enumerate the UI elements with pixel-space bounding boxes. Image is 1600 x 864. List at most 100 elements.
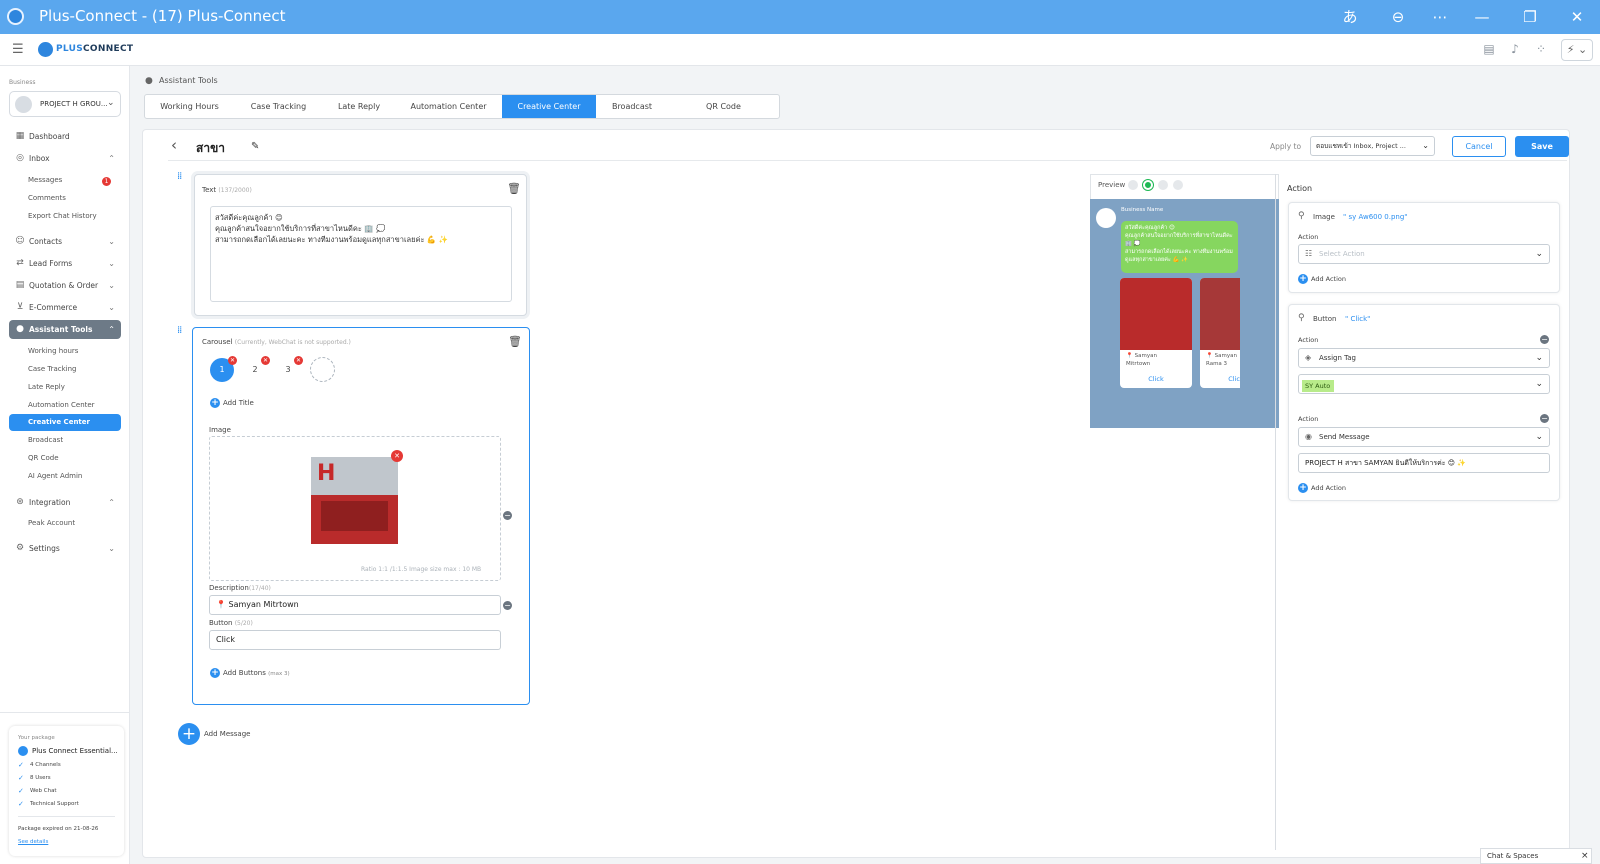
nav-late-reply[interactable]: Late Reply: [28, 383, 65, 391]
button-label: Button (5/20): [209, 619, 253, 627]
remove-card-icon[interactable]: ✕: [261, 356, 270, 365]
cancel-button[interactable]: Cancel: [1452, 136, 1506, 157]
nav-ai-agent-admin[interactable]: AI Agent Admin: [28, 472, 82, 480]
zoom-icon[interactable]: ⊖: [1386, 6, 1410, 28]
add-buttons-button[interactable]: Add Buttons (max 3): [223, 669, 290, 677]
nav-automation-center[interactable]: Automation Center: [28, 401, 95, 409]
send-message-input[interactable]: PROJECT H สาขา SAMYAN ยินดีให้บริการค่ะ …: [1298, 453, 1550, 473]
plus-icon[interactable]: +: [1298, 274, 1308, 284]
nav-settings[interactable]: ⚙ Settings ⌄: [9, 539, 121, 558]
nav-broadcast[interactable]: Broadcast: [28, 436, 63, 444]
nav-assistant-tools[interactable]: ● Assistant Tools ⌃: [9, 320, 121, 339]
save-button[interactable]: Save: [1515, 136, 1569, 157]
nav-creative-center[interactable]: Creative Center: [9, 414, 121, 431]
add-message-plus-icon[interactable]: +: [178, 723, 200, 745]
close-window-button[interactable]: ✕: [1565, 6, 1589, 28]
app-header: ☰ PLUSCONNECT ▤ ♪ ⁘ ⚡ ⌄: [0, 34, 1600, 66]
nav-ecommerce[interactable]: ⊻ E-Commerce ⌄: [9, 298, 121, 317]
trash-icon[interactable]: 🗑: [508, 335, 522, 348]
nav-dashboard[interactable]: ▦ Dashboard: [9, 127, 121, 146]
assign-tag-value: Assign Tag: [1319, 354, 1356, 362]
brand-name-left: PLUS: [56, 44, 84, 54]
trash-icon[interactable]: 🗑: [507, 182, 521, 195]
channel-web-icon[interactable]: [1128, 180, 1138, 190]
plus-icon[interactable]: +: [210, 668, 220, 678]
remove-action-icon[interactable]: −: [1540, 414, 1549, 423]
tab-working-hours[interactable]: Working Hours: [145, 95, 234, 118]
plus-icon[interactable]: +: [1298, 483, 1308, 493]
notification-bell-icon[interactable]: ♪: [1507, 42, 1523, 58]
assign-tag-select[interactable]: ◈ Assign Tag ⌄: [1298, 348, 1550, 368]
hamburger-menu-icon[interactable]: ☰: [12, 42, 24, 57]
description-input[interactable]: 📍 Samyan Mitrtown: [209, 595, 501, 615]
thumbnail-banner: [321, 501, 388, 531]
remove-card-icon[interactable]: ✕: [294, 356, 303, 365]
chat-icon[interactable]: ▤: [1481, 42, 1497, 58]
back-arrow-icon[interactable]: ‹: [171, 136, 177, 154]
minimize-button[interactable]: —: [1470, 6, 1494, 28]
tag-select[interactable]: ⌄: [1298, 374, 1550, 394]
tab-creative-center[interactable]: Creative Center: [502, 95, 596, 118]
apps-grid-icon[interactable]: ⁘: [1533, 42, 1549, 58]
drag-handle-icon[interactable]: ⁞⁞: [177, 171, 182, 182]
remove-image-icon[interactable]: ✕: [391, 450, 403, 462]
add-card-button[interactable]: [310, 357, 335, 382]
nav-contacts[interactable]: ☺ Contacts ⌄: [9, 232, 121, 251]
brand-logo-icon: [38, 42, 53, 57]
add-message-button[interactable]: Add Message: [204, 730, 250, 738]
plus-icon[interactable]: +: [210, 398, 220, 408]
breadcrumb: Assistant Tools: [159, 76, 218, 85]
image-action-select[interactable]: ☷ Select Action ⌄: [1298, 244, 1550, 264]
close-icon[interactable]: ×: [1581, 849, 1589, 863]
button-add-action-button[interactable]: Add Action: [1311, 484, 1346, 492]
image-add-action-button[interactable]: Add Action: [1311, 275, 1346, 283]
channel-facebook-icon[interactable]: [1158, 180, 1168, 190]
tab-broadcast[interactable]: Broadcast: [596, 95, 668, 118]
preview-text-bubble: สวัสดีค่ะคุณลูกค้า 😊 คุณลูกค้าสนใจอยากใช…: [1121, 221, 1238, 273]
button-input[interactable]: Click: [209, 630, 501, 650]
remove-card-icon[interactable]: ✕: [228, 356, 237, 365]
carousel-block-note: (Currently, WebChat is not supported.): [234, 339, 351, 346]
user-avatar-button[interactable]: ⚡ ⌄: [1561, 39, 1593, 61]
nav-case-tracking[interactable]: Case Tracking: [28, 365, 77, 373]
send-message-select[interactable]: ◉ Send Message ⌄: [1298, 427, 1550, 447]
nav-quotation-order[interactable]: ▤ Quotation & Order ⌄: [9, 276, 121, 295]
remove-field-icon[interactable]: −: [503, 601, 512, 610]
pencil-icon[interactable]: ✎: [251, 141, 259, 152]
remove-action-icon[interactable]: −: [1540, 335, 1549, 344]
restore-button[interactable]: ❐: [1518, 6, 1542, 28]
remove-field-icon[interactable]: −: [503, 511, 512, 520]
text-message-textarea[interactable]: สวัสดีค่ะคุณลูกค้า 😊 คุณลูกค้าสนใจอยากใช…: [210, 206, 512, 302]
channel-instagram-icon[interactable]: [1173, 180, 1183, 190]
check-icon: ✓: [18, 774, 24, 782]
brand-name-right: CONNECT: [83, 44, 134, 54]
add-title-button[interactable]: Add Title: [223, 399, 254, 407]
see-details-link[interactable]: See details: [18, 839, 48, 845]
tab-late-reply[interactable]: Late Reply: [323, 95, 395, 118]
nav-integration[interactable]: ⊛ Integration ⌃: [9, 493, 121, 512]
nav-messages[interactable]: Messages: [28, 176, 62, 184]
tab-automation-center[interactable]: Automation Center: [395, 95, 502, 118]
tab-case-tracking[interactable]: Case Tracking: [234, 95, 323, 118]
image-action-placeholder: Select Action: [1319, 250, 1365, 258]
nav-qr-code[interactable]: QR Code: [28, 454, 59, 462]
package-feature: 8 Users: [30, 775, 51, 781]
chat-spaces-bar[interactable]: Chat & Spaces ×: [1480, 848, 1592, 864]
package-logo-icon: [18, 746, 28, 756]
channel-line-icon[interactable]: [1143, 180, 1153, 190]
nav-working-hours[interactable]: Working hours: [28, 347, 78, 355]
apply-to-select[interactable]: ตอบแชทเข้า Inbox, Project ... ⌄: [1310, 136, 1435, 156]
nav-inbox[interactable]: ◎ Inbox ⌃: [9, 149, 121, 168]
nav-peak-account[interactable]: Peak Account: [28, 519, 75, 527]
nav-lead-forms[interactable]: ⇄ Lead Forms ⌄: [9, 254, 121, 273]
drag-handle-icon[interactable]: ⁞⁞: [177, 325, 182, 336]
tab-qr-code[interactable]: QR Code: [668, 95, 779, 118]
more-options-icon[interactable]: ⋯: [1428, 6, 1452, 28]
nav-comments[interactable]: Comments: [28, 194, 66, 202]
lead-forms-icon: ⇄: [16, 258, 24, 268]
translate-icon[interactable]: あ: [1338, 6, 1362, 28]
chevron-down-icon: ⌄: [108, 544, 115, 553]
nav-export-chat-history[interactable]: Export Chat History: [28, 212, 97, 220]
preview-card-desc: 📍 Samyan Mitrtown: [1126, 353, 1157, 367]
business-selector[interactable]: PROJECT H GROU... ⌄: [9, 91, 121, 117]
